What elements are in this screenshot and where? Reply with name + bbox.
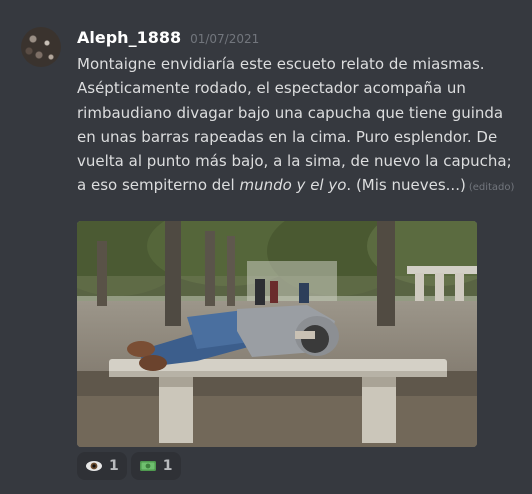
timestamp: 01/07/2021 [190, 32, 260, 46]
reaction-money[interactable]: 1 [130, 452, 181, 480]
reaction-count: 1 [162, 458, 173, 474]
eye-icon [85, 457, 103, 475]
image-attachment[interactable] [77, 221, 477, 447]
username[interactable]: Aleph_1888 [77, 28, 181, 47]
message-text-end: . (Mis nueves...) [346, 176, 466, 195]
reaction-count: 1 [109, 458, 119, 474]
avatar[interactable] [21, 27, 61, 67]
message-content: Montaigne envidiaría este escueto relato… [77, 52, 517, 201]
reactions: 1 1 [77, 452, 181, 480]
reaction-eye[interactable]: 1 [77, 452, 127, 480]
message-text: Montaigne envidiaría este escueto relato… [77, 55, 512, 195]
photo-person-on-bench [77, 221, 477, 447]
message-header: Aleph_1888 01/07/2021 [77, 28, 259, 50]
message-italic-text: mundo y el yo [239, 176, 347, 195]
edited-label: (editado) [468, 182, 515, 194]
chat-message: Aleph_1888 01/07/2021 Montaigne envidiar… [0, 0, 532, 494]
money-icon [139, 457, 157, 475]
